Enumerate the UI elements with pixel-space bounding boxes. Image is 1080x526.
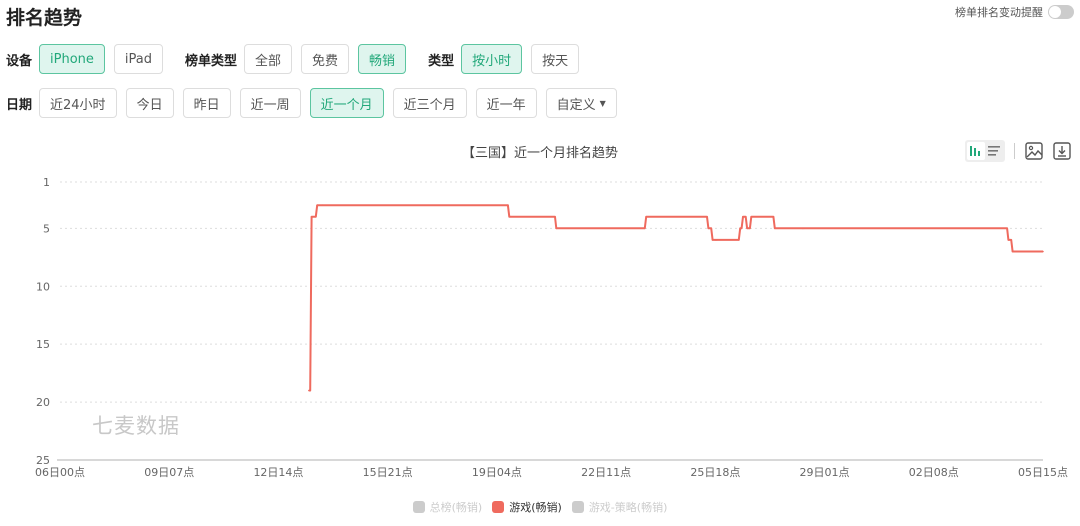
legend-item-games[interactable]: 游戏(畅销) — [492, 499, 562, 515]
date-3months-button[interactable]: 近三个月 — [392, 88, 467, 118]
legend-item-games-strategy[interactable]: 游戏-策略(畅销) — [571, 499, 668, 515]
granularity-hourly-button[interactable]: 按小时 — [461, 44, 523, 74]
data-point — [739, 227, 742, 230]
data-point — [803, 227, 805, 230]
chart-legend: 总榜(畅销) 游戏(畅销) 游戏-策略(畅销) — [0, 499, 1080, 515]
data-point — [308, 389, 310, 392]
data-point — [801, 227, 804, 230]
date-custom-label: 自定义 — [556, 97, 596, 113]
data-point — [710, 227, 712, 230]
data-point — [738, 239, 740, 241]
date-today-button[interactable]: 今日 — [125, 88, 174, 118]
legend-label: 游戏(畅销) — [509, 501, 562, 514]
data-point — [746, 227, 748, 230]
x-tick-label: 29日01点 — [800, 466, 850, 479]
data-point — [507, 204, 509, 206]
y-tick-label: 1 — [43, 176, 50, 189]
rank-alert-label: 榜单排名变动提醒 — [955, 6, 1043, 19]
chart-toolbar — [965, 140, 1080, 162]
data-point — [1011, 250, 1014, 253]
granularity-daily-button[interactable]: 按天 — [531, 44, 580, 74]
granularity-filter-label: 类型 — [428, 53, 455, 69]
legend-swatch — [571, 501, 584, 513]
device-iphone-button[interactable]: iPhone — [39, 44, 105, 74]
data-point — [645, 215, 648, 218]
data-point — [321, 204, 324, 206]
data-point — [1006, 227, 1008, 230]
y-tick-label: 20 — [36, 396, 50, 409]
x-tick-label: 09日07点 — [144, 466, 194, 479]
x-tick-label: 25日18点 — [690, 466, 740, 479]
data-point — [711, 239, 714, 241]
chart-type-all-button[interactable]: 全部 — [244, 44, 293, 74]
data-point — [1010, 239, 1013, 241]
chart-type-filter-label: 榜单类型 — [185, 53, 238, 69]
data-point — [740, 227, 743, 230]
view-toggle — [965, 140, 1005, 162]
toolbar-divider — [1014, 143, 1015, 159]
data-point — [742, 215, 744, 218]
bar-view-icon[interactable] — [967, 142, 985, 160]
x-tick-label: 19日04点 — [472, 466, 522, 479]
device-ipad-button[interactable]: iPad — [113, 44, 163, 74]
watermark: 七麦数据 — [92, 414, 180, 438]
date-yesterday-button[interactable]: 昨日 — [182, 88, 231, 118]
y-tick-label: 15 — [36, 338, 50, 351]
page-title: 排名趋势 — [6, 7, 83, 29]
chart-type-grossing-button[interactable]: 畅销 — [358, 44, 407, 74]
rank-alert-setting: 榜单排名变动提醒 — [955, 4, 1074, 20]
x-tick-label: 15日21点 — [363, 466, 413, 479]
chart-title: 【三国】近一个月排名趋势 — [461, 146, 618, 161]
list-view-icon[interactable] — [985, 142, 1003, 160]
data-point — [773, 227, 776, 230]
date-custom-dropdown[interactable]: 自定义 ▼ — [545, 88, 617, 118]
series-line — [308, 204, 1043, 392]
y-tick-label: 10 — [36, 280, 50, 293]
data-point — [749, 227, 751, 230]
rank-alert-toggle[interactable] — [1048, 5, 1074, 19]
x-tick-label: 02日08点 — [909, 466, 959, 479]
data-point — [644, 227, 646, 230]
y-tick-label: 5 — [43, 222, 50, 235]
download-icon[interactable] — [1052, 141, 1072, 161]
image-export-icon[interactable] — [1024, 141, 1044, 161]
date-24h-button[interactable]: 近24小时 — [39, 88, 117, 118]
data-point — [555, 227, 558, 230]
data-point — [314, 215, 317, 218]
legend-swatch — [492, 501, 505, 513]
data-point — [316, 204, 318, 206]
legend-label: 总榜(畅销) — [429, 501, 483, 514]
x-tick-label: 22日11点 — [581, 466, 631, 479]
chart-type-free-button[interactable]: 免费 — [301, 44, 350, 74]
legend-swatch — [412, 501, 425, 513]
caret-down-icon: ▼ — [599, 98, 606, 108]
date-week-button[interactable]: 近一周 — [239, 88, 301, 118]
data-point — [772, 215, 775, 218]
data-point — [1042, 250, 1044, 253]
legend-item-overall[interactable]: 总榜(畅销) — [412, 499, 483, 515]
data-point — [750, 215, 753, 218]
x-tick-label: 05日15点 — [1018, 466, 1068, 479]
date-filter-label: 日期 — [6, 97, 33, 113]
x-tick-label: 06日00点 — [35, 466, 85, 479]
data-point — [744, 215, 747, 218]
data-point — [714, 239, 717, 241]
legend-label: 游戏-策略(畅销) — [588, 501, 668, 514]
data-point — [310, 215, 313, 218]
data-point — [1007, 239, 1010, 241]
date-year-button[interactable]: 近一年 — [475, 88, 537, 118]
data-point — [707, 227, 710, 230]
date-month-button[interactable]: 近一个月 — [309, 88, 384, 118]
data-point — [715, 239, 718, 241]
data-point — [508, 215, 511, 218]
device-filter-label: 设备 — [6, 53, 33, 69]
x-tick-label: 12日14点 — [253, 466, 303, 479]
filter-row-date: 日期 近24小时 今日 昨日 近一周 近一个月 近三个月 近一年 自定义 ▼ — [6, 88, 626, 118]
filter-row-device-type: 设备 iPhone iPad 榜单类型 全部 免费 畅销 类型 按小时 按天 — [6, 44, 588, 74]
data-point — [309, 389, 312, 392]
data-point — [706, 215, 708, 218]
data-point — [554, 215, 556, 218]
